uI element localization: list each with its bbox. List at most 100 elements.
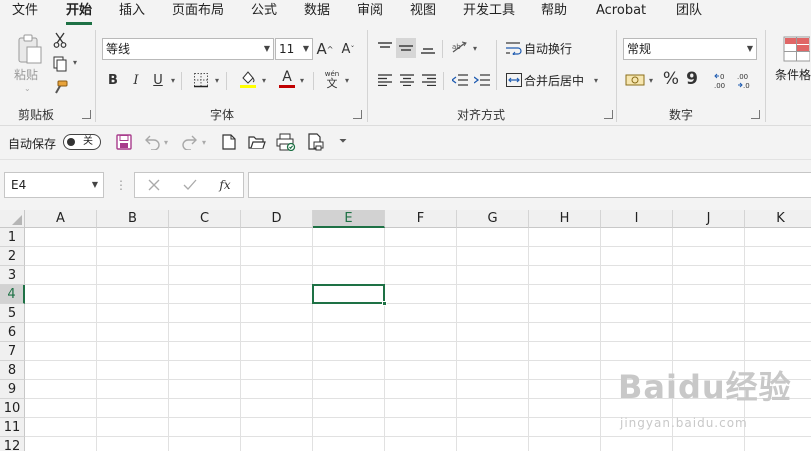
print-preview-icon[interactable] xyxy=(276,132,296,152)
merge-center-icon[interactable] xyxy=(505,70,523,90)
undo-icon[interactable] xyxy=(143,133,161,151)
merge-center-button[interactable]: 合并后居中 xyxy=(524,72,584,89)
align-bottom-icon[interactable] xyxy=(419,38,437,58)
merge-chevron-down-icon[interactable]: ▾ xyxy=(594,76,598,85)
tab-developer[interactable]: 开发工具 xyxy=(463,0,515,26)
font-name-select[interactable]: 等线 ▼ xyxy=(102,38,274,60)
tab-team[interactable]: 团队 xyxy=(676,0,702,26)
phonetic-guide-button[interactable]: wén 文 xyxy=(322,68,342,92)
print-icon[interactable] xyxy=(306,132,326,152)
tab-page-layout[interactable]: 页面布局 xyxy=(172,0,224,26)
row-header-11[interactable]: 11 xyxy=(0,418,25,437)
column-header-b[interactable]: B xyxy=(97,210,169,228)
tab-acrobat[interactable]: Acrobat xyxy=(596,0,646,26)
font-color-chevron-down-icon[interactable]: ▾ xyxy=(300,76,304,85)
align-center-icon[interactable] xyxy=(398,70,416,90)
row-header-12[interactable]: 12 xyxy=(0,437,25,451)
underline-button[interactable]: U xyxy=(150,70,166,90)
tab-insert[interactable]: 插入 xyxy=(119,0,145,26)
tab-data[interactable]: 数据 xyxy=(304,0,330,26)
number-launcher-icon[interactable] xyxy=(751,110,760,119)
name-box[interactable]: E4 ▼ xyxy=(4,172,104,198)
phonetic-chevron-down-icon[interactable]: ▾ xyxy=(345,76,349,85)
undo-chevron-down-icon[interactable]: ▾ xyxy=(164,138,168,147)
paste-label[interactable]: 粘贴 xyxy=(14,66,38,83)
align-top-icon[interactable] xyxy=(376,38,394,58)
align-right-icon[interactable] xyxy=(420,70,438,90)
row-header-4[interactable]: 4 xyxy=(0,285,25,304)
percent-style-button[interactable]: % xyxy=(662,68,680,90)
borders-icon[interactable] xyxy=(192,70,210,90)
worksheet-grid[interactable]: A B C D E F G H I J K 1 2 3 4 5 6 7 8 9 10 11 12 xyxy=(0,210,811,451)
number-format-select[interactable]: 常规 ▼ xyxy=(623,38,757,60)
row-header-6[interactable]: 6 xyxy=(0,323,25,342)
autosave-toggle[interactable]: 关 xyxy=(63,134,101,150)
alignment-launcher-icon[interactable] xyxy=(604,110,613,119)
clipboard-launcher-icon[interactable] xyxy=(82,110,91,119)
conditional-formatting-icon[interactable] xyxy=(782,34,811,64)
column-header-j[interactable]: J xyxy=(673,210,745,228)
fill-handle[interactable] xyxy=(382,301,387,306)
open-folder-icon[interactable] xyxy=(247,133,267,151)
redo-chevron-down-icon[interactable]: ▾ xyxy=(202,138,206,147)
borders-chevron-down-icon[interactable]: ▾ xyxy=(215,76,219,85)
enter-check-icon[interactable] xyxy=(181,176,199,194)
drag-handle-icon[interactable]: ⋮ xyxy=(115,178,127,192)
font-color-button[interactable]: A xyxy=(278,68,296,90)
orientation-chevron-down-icon[interactable]: ▾ xyxy=(473,44,477,53)
row-header-9[interactable]: 9 xyxy=(0,380,25,399)
column-header-a[interactable]: A xyxy=(25,210,97,228)
redo-icon[interactable] xyxy=(181,133,199,151)
conditional-formatting-button[interactable]: 条件格 xyxy=(775,66,811,83)
cancel-icon[interactable] xyxy=(145,176,163,194)
tab-file[interactable]: 文件 xyxy=(12,0,38,26)
tab-home[interactable]: 开始 xyxy=(66,0,93,26)
column-header-f[interactable]: F xyxy=(385,210,457,228)
row-header-3[interactable]: 3 xyxy=(0,266,25,285)
column-header-k[interactable]: K xyxy=(745,210,811,228)
fill-color-icon[interactable] xyxy=(238,68,258,90)
tab-view[interactable]: 视图 xyxy=(410,0,436,26)
italic-button[interactable]: I xyxy=(128,70,144,90)
column-header-d[interactable]: D xyxy=(241,210,313,228)
column-header-e[interactable]: E xyxy=(313,210,385,228)
cut-icon[interactable] xyxy=(52,32,68,48)
align-middle-icon[interactable] xyxy=(396,38,416,58)
wrap-text-button[interactable]: 自动换行 xyxy=(524,40,572,57)
select-all-button[interactable] xyxy=(0,210,25,228)
customize-toolbar-icon[interactable]: ⏷ xyxy=(339,136,347,147)
decrease-font-size-button[interactable]: Aˇ xyxy=(339,38,357,60)
row-header-5[interactable]: 5 xyxy=(0,304,25,323)
formula-input[interactable] xyxy=(248,172,811,198)
row-header-7[interactable]: 7 xyxy=(0,342,25,361)
underline-chevron-down-icon[interactable]: ▾ xyxy=(171,76,175,85)
increase-decimal-icon[interactable]: 0.00 xyxy=(714,70,734,90)
font-launcher-icon[interactable] xyxy=(353,110,362,119)
copy-chevron-down-icon[interactable]: ▾ xyxy=(73,58,77,67)
row-header-8[interactable]: 8 xyxy=(0,361,25,380)
column-header-h[interactable]: H xyxy=(529,210,601,228)
accounting-chevron-down-icon[interactable]: ▾ xyxy=(649,76,653,85)
tab-formulas[interactable]: 公式 xyxy=(251,0,277,26)
wrap-text-icon[interactable] xyxy=(505,38,523,58)
row-header-10[interactable]: 10 xyxy=(0,399,25,418)
row-header-2[interactable]: 2 xyxy=(0,247,25,266)
column-header-i[interactable]: I xyxy=(601,210,673,228)
decrease-decimal-icon[interactable]: .00.0 xyxy=(737,70,757,90)
paste-icon[interactable] xyxy=(12,32,44,66)
align-left-icon[interactable] xyxy=(376,70,394,90)
orientation-icon[interactable]: ab xyxy=(450,38,470,58)
decrease-indent-icon[interactable] xyxy=(451,70,469,90)
format-painter-icon[interactable] xyxy=(52,80,68,96)
copy-icon[interactable] xyxy=(52,56,68,72)
comma-style-button[interactable]: 9 xyxy=(684,68,700,90)
increase-font-size-button[interactable]: A ^ xyxy=(316,38,334,60)
tab-help[interactable]: 帮助 xyxy=(541,0,567,26)
increase-indent-icon[interactable] xyxy=(473,70,491,90)
column-header-g[interactable]: G xyxy=(457,210,529,228)
column-header-c[interactable]: C xyxy=(169,210,241,228)
tab-review[interactable]: 审阅 xyxy=(357,0,383,26)
insert-function-button[interactable]: fx xyxy=(215,176,235,194)
active-cell[interactable] xyxy=(312,284,387,306)
new-file-icon[interactable] xyxy=(220,133,238,151)
